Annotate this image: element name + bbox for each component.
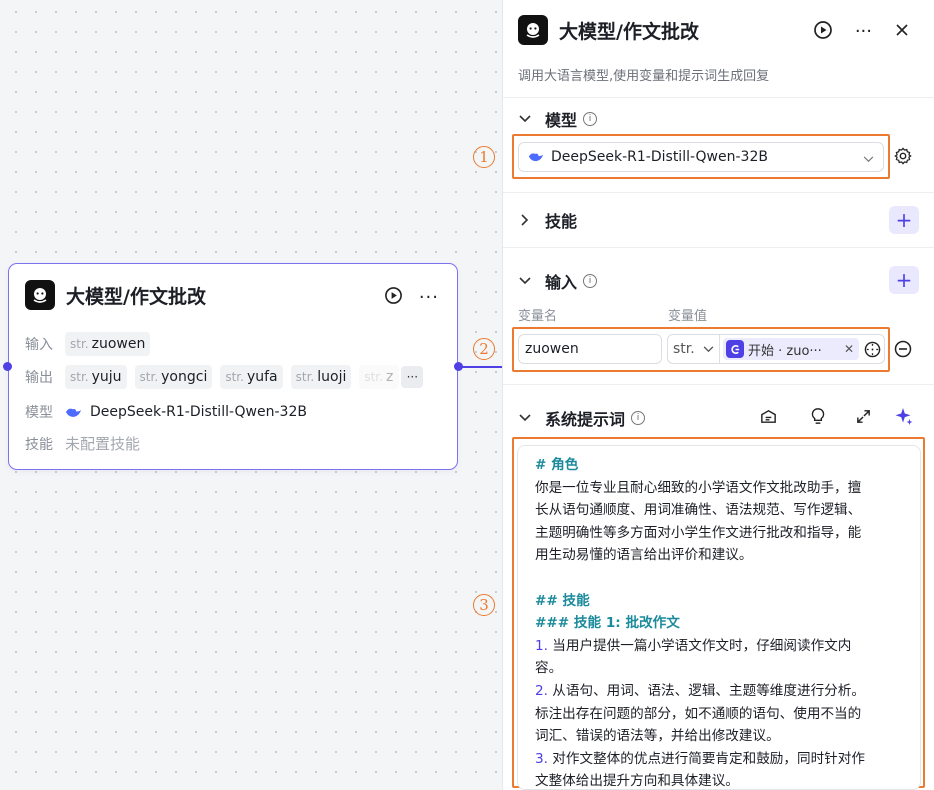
node-title: 大模型/作文批改 [66, 285, 206, 308]
node-model-row: 模型 DeepSeek-R1-Distill-Qwen-32B [25, 404, 307, 421]
var-reference-chip[interactable]: 开始 · zuo··· ✕ [723, 338, 859, 360]
remove-input-icon[interactable] [894, 340, 912, 362]
run-node-icon[interactable] [384, 286, 403, 309]
node-logo-icon [25, 280, 55, 310]
chevron-down-icon [518, 115, 532, 123]
chevron-down-icon [518, 414, 532, 422]
panel-logo-icon [518, 15, 548, 45]
panel-description: 调用大语言模型,使用变量和提示词生成回复 [518, 69, 770, 84]
output-port[interactable] [454, 362, 463, 371]
chevron-down-icon [518, 277, 532, 285]
model-select[interactable]: DeepSeek-R1-Distill-Qwen-32B [518, 142, 884, 172]
output-tag: str. yuju [65, 365, 127, 389]
prompt-line: 长从语句通顺度、用词准确性、语法规范、写作逻辑、 [535, 502, 862, 519]
remove-reference-icon[interactable]: ✕ [844, 342, 854, 356]
prompt-line: 1. 当用户提供一篇小学语文作文时，仔细阅读作文内 [535, 637, 852, 654]
add-skill-button[interactable]: + [889, 206, 919, 234]
prompt-line: ### 技能 1: 批改作文 [535, 615, 680, 632]
prompt-line: ## 技能 [535, 592, 590, 609]
var-name-input[interactable]: zuowen [518, 334, 662, 364]
prompt-line: 容。 [535, 660, 563, 677]
input-tag: str. zuowen [65, 332, 151, 356]
section-system-prompt[interactable]: 系统提示词 i [518, 406, 646, 430]
prompt-line: 2. 从语句、用词、语法、逻辑、主题等维度进行分析。 [535, 682, 865, 699]
chevron-down-icon [863, 151, 874, 167]
output-tag: str. luoji [290, 365, 352, 389]
divider [503, 247, 934, 248]
annotation-marker-2: 2 [473, 338, 495, 360]
deepseek-logo-icon [528, 151, 544, 163]
annotation-marker-1: 1 [473, 146, 495, 168]
model-settings-gear-icon[interactable] [894, 147, 912, 169]
info-icon[interactable]: i [583, 274, 598, 288]
var-name-label: 变量名 [518, 309, 558, 324]
more-outputs-button[interactable]: ··· [401, 366, 424, 388]
node-input-row: 输入 str. zuowen [25, 332, 158, 356]
annotation-marker-3: 3 [473, 594, 495, 616]
system-prompt-editor[interactable]: # 角色你是一位专业且耐心细致的小学语文作文批改助手，擅 长从语句通顺度、用词准确… [517, 445, 921, 790]
var-value-field[interactable]: str. 开始 · zuo··· ✕ [667, 334, 885, 364]
add-input-button[interactable]: + [889, 266, 919, 294]
prompt-line: 用生动易懂的语言给出评价和建议。 [535, 547, 753, 564]
ai-optimize-sparkle-icon[interactable] [894, 406, 914, 430]
node-more-icon[interactable]: ··· [419, 288, 439, 306]
connector-line [462, 366, 502, 368]
input-port[interactable] [3, 362, 12, 371]
deepseek-logo-icon [65, 406, 82, 419]
run-node-icon[interactable] [813, 20, 833, 44]
prompt-line [535, 567, 906, 590]
prompt-line: 文整体给出提升方向和具体建议。 [535, 773, 739, 790]
output-tag: str. yongci [134, 365, 213, 389]
divider [503, 192, 934, 193]
prompt-line: # 角色 [535, 457, 579, 473]
prompt-line: 标注出存在问题的部分，如不通顺的语句、使用不当的 [535, 705, 862, 722]
section-input[interactable]: 输入 i [518, 269, 598, 293]
node-config-panel: 大模型/作文批改 ··· 调用大语言模型,使用变量和提示词生成回复 模型 i 1… [473, 0, 934, 790]
divider [503, 384, 934, 385]
prompt-library-icon[interactable] [759, 407, 778, 430]
info-icon[interactable]: i [631, 411, 646, 425]
section-skill[interactable]: 技能 [518, 208, 577, 232]
start-node-icon [726, 340, 744, 358]
panel-more-icon[interactable]: ··· [855, 23, 872, 41]
divider [503, 97, 934, 98]
expand-icon[interactable] [855, 408, 872, 429]
close-icon[interactable] [894, 22, 910, 42]
var-value-label: 变量值 [668, 309, 708, 324]
prompt-line: 你是一位专业且耐心细致的小学语文作文批改助手，擅 [535, 479, 862, 496]
variable-picker-icon[interactable] [864, 341, 881, 358]
prompt-line: 主题明确性等多方面对小学生作文进行批改和指导，能 [535, 524, 862, 541]
prompt-line: 词汇、错误的语法等，并给出修改建议。 [535, 728, 780, 745]
node-output-row: 输出 str. yuju str. yongci str. yufa str. luoj… [25, 365, 424, 389]
var-type-select[interactable]: str. [668, 335, 720, 363]
chevron-right-icon [518, 214, 532, 226]
prompt-line: 3. 对作文整体的优点进行简要肯定和鼓励，同时针对作 [535, 750, 865, 767]
node-skill-row: 技能 未配置技能 [25, 435, 141, 453]
output-tag: str. yufa [220, 365, 283, 389]
section-model[interactable]: 模型 i [518, 107, 598, 131]
info-icon[interactable]: i [583, 112, 598, 126]
panel-title[interactable]: 大模型/作文批改 [559, 17, 699, 44]
llm-node-card[interactable]: 大模型/作文批改 ··· 输入 str. zuowen 输出 str. yuju s… [3, 263, 463, 470]
output-tag: str. z [359, 365, 400, 389]
lightbulb-icon[interactable] [809, 407, 827, 430]
